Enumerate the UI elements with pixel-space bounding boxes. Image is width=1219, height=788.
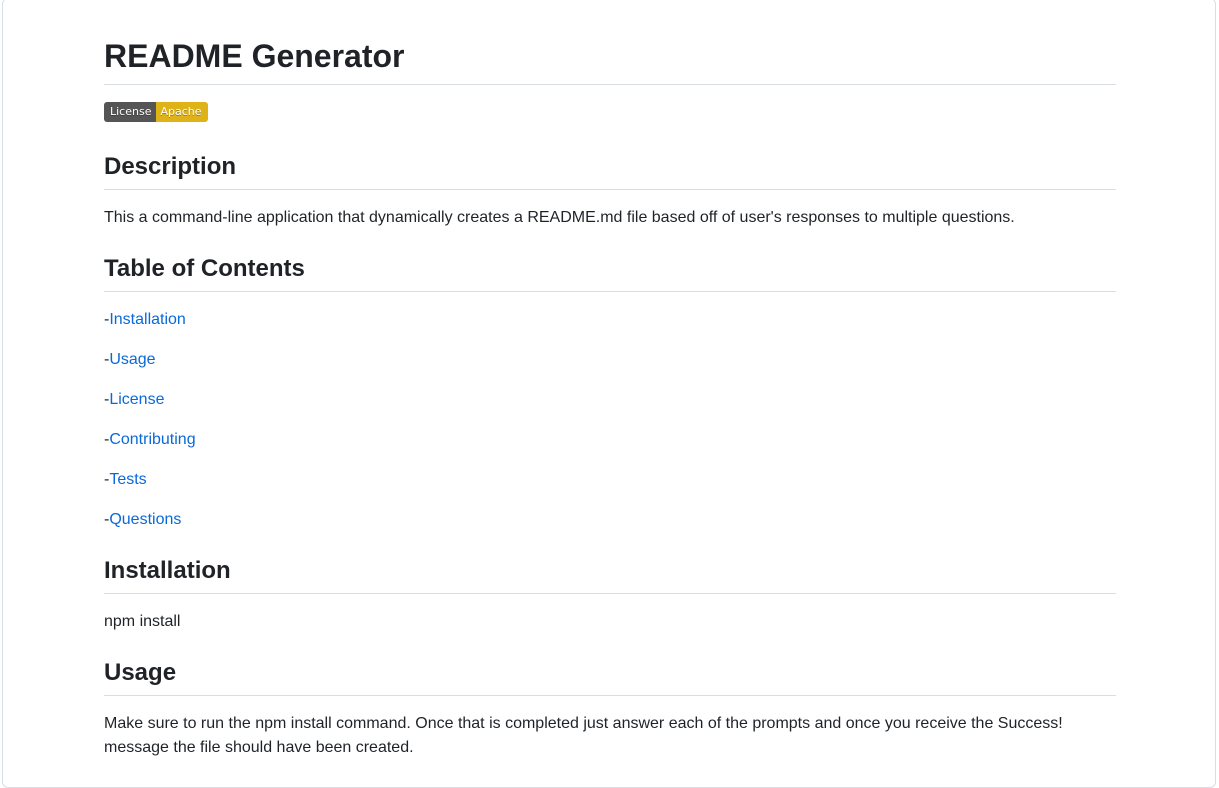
toc-item: -Usage bbox=[104, 348, 1104, 372]
toc-link-contributing[interactable]: Contributing bbox=[109, 431, 195, 448]
page-title: README Generator bbox=[104, 38, 1116, 85]
usage-text: Make sure to run the npm install command… bbox=[104, 715, 1063, 756]
license-badge-value: Apache bbox=[156, 102, 208, 122]
toc-link-usage[interactable]: Usage bbox=[109, 351, 155, 368]
license-badge[interactable]: License Apache bbox=[104, 102, 208, 122]
toc-item: -Tests bbox=[104, 468, 1104, 492]
toc-item: -Contributing bbox=[104, 428, 1104, 452]
toc-item: -Installation bbox=[104, 308, 1104, 332]
toc-item: -License bbox=[104, 388, 1104, 412]
description-heading: Description bbox=[104, 152, 1116, 190]
toc-heading: Table of Contents bbox=[104, 254, 1116, 292]
description-text: This a command-line application that dyn… bbox=[104, 209, 1015, 226]
toc-link-tests[interactable]: Tests bbox=[109, 471, 146, 488]
toc-link-license[interactable]: License bbox=[109, 391, 164, 408]
installation-heading: Installation bbox=[104, 556, 1116, 594]
toc-item: -Questions bbox=[104, 508, 1104, 532]
installation-text: npm install bbox=[104, 613, 181, 630]
license-badge-label: License bbox=[104, 102, 157, 122]
toc-link-questions[interactable]: Questions bbox=[109, 511, 181, 528]
usage-heading: Usage bbox=[104, 658, 1116, 696]
toc-link-installation[interactable]: Installation bbox=[109, 311, 186, 328]
